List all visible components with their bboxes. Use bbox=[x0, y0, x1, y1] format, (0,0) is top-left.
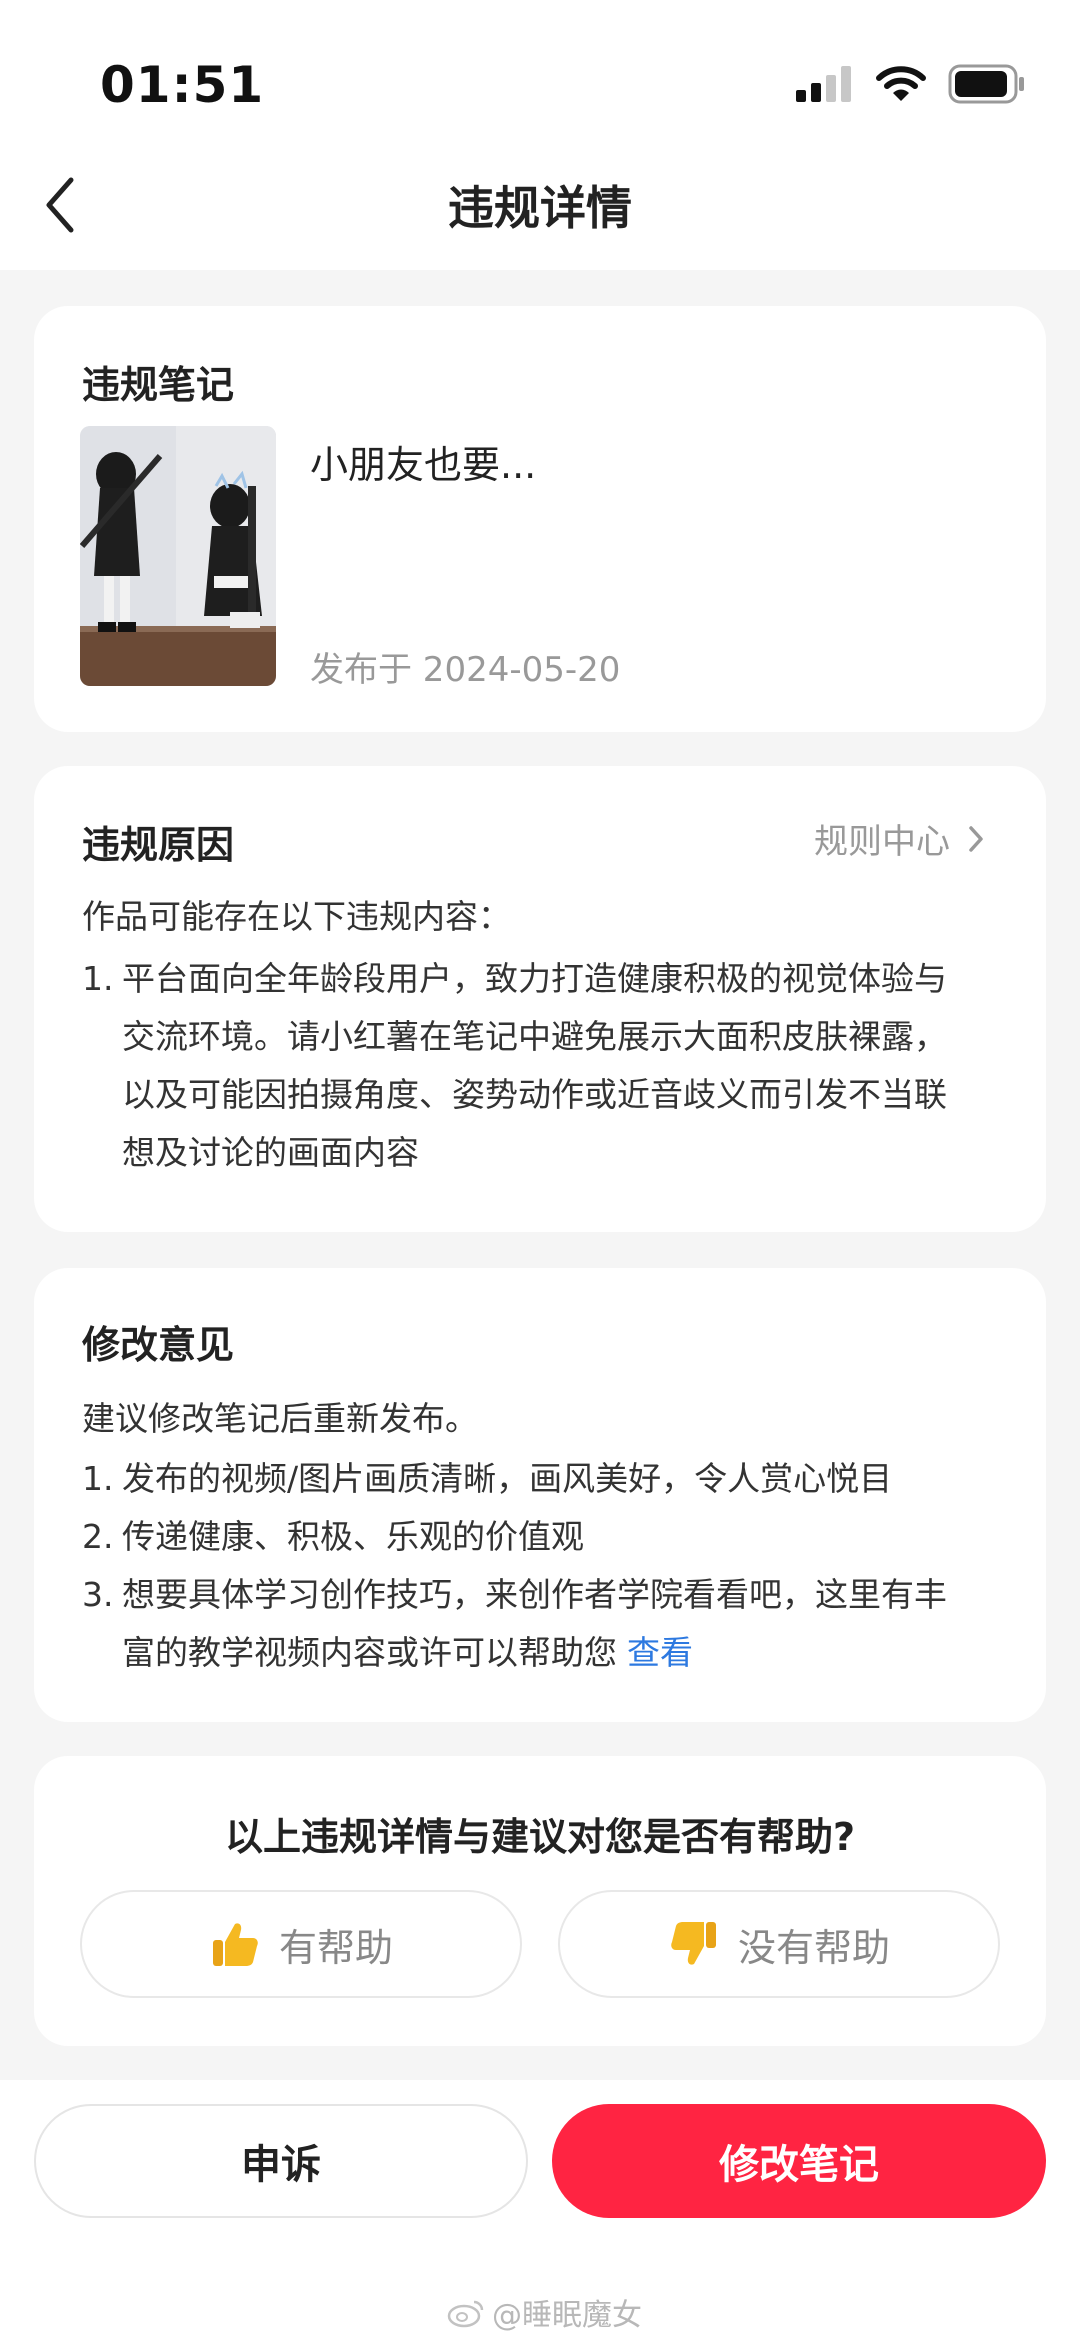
list-number: 3. bbox=[82, 1575, 114, 1614]
helpful-button[interactable]: 有帮助 bbox=[80, 1890, 522, 1998]
list-text-line: 以及可能因拍摄角度、姿势动作或近音歧义而引发不当联 bbox=[122, 1075, 947, 1114]
list-number: 1. bbox=[82, 959, 114, 998]
list-text-line: 想及讨论的画面内容 bbox=[122, 1133, 419, 1172]
status-time: 01:51 bbox=[100, 56, 265, 114]
rule-center-link[interactable]: 规则中心 bbox=[814, 814, 984, 863]
note-date: 发布于 2024-05-20 bbox=[310, 650, 621, 690]
chevron-right-icon bbox=[969, 825, 983, 852]
list-item: 3. 想要具体学习创作技巧，来创作者学院看看吧，这里有丰 富的教学视频内容或许可… bbox=[82, 1566, 994, 1682]
not-helpful-label: 没有帮助 bbox=[737, 1925, 890, 1970]
helpful-label: 有帮助 bbox=[278, 1925, 393, 1970]
advice-card-title: 修改意见 bbox=[82, 1323, 235, 1367]
list-item: 2. 传递健康、积极、乐观的价值观 bbox=[82, 1508, 994, 1566]
list-text-line: 想要具体学习创作技巧，来创作者学院看看吧，这里有丰 bbox=[122, 1575, 947, 1614]
status-icons bbox=[796, 62, 1026, 106]
list-text: 平台面向全年龄段用户，致力打造健康积极的视觉体验与 交流环境。请小红薯在笔记中避… bbox=[122, 950, 994, 1182]
list-text: 发布的视频/图片画质清晰，画风美好，令人赏心悦目 bbox=[122, 1459, 893, 1498]
feedback-question: 以上违规详情与建议对您是否有帮助? bbox=[224, 1815, 856, 1859]
note-card-title: 违规笔记 bbox=[82, 363, 235, 407]
list-text: 想要具体学习创作技巧，来创作者学院看看吧，这里有丰 富的教学视频内容或许可以帮助… bbox=[122, 1566, 994, 1682]
rule-center-label: 规则中心 bbox=[814, 822, 950, 862]
weibo-icon bbox=[447, 2300, 484, 2328]
page: 01:51 违规详情 违规笔记 小朋友也要... 发布于 2024-05-20 … bbox=[0, 0, 1080, 2339]
watermark: @睡眠魔女 bbox=[446, 2290, 642, 2334]
advice-list: 1. 发布的视频/图片画质清晰，画风美好，令人赏心悦目 2. 传递健康、积极、乐… bbox=[82, 1450, 994, 1682]
note-card: 违规笔记 小朋友也要... 发布于 2024-05-20 bbox=[34, 306, 1046, 732]
feedback-card: 以上违规详情与建议对您是否有帮助? 有帮助 没有帮助 bbox=[34, 1756, 1046, 2046]
watermark-text: @睡眠魔女 bbox=[492, 2298, 642, 2333]
wifi-icon bbox=[876, 66, 926, 101]
reason-list: 1. 平台面向全年龄段用户，致力打造健康积极的视觉体验与 交流环境。请小红薯在笔… bbox=[82, 950, 994, 1182]
appeal-button[interactable]: 申诉 bbox=[34, 2104, 528, 2218]
battery-icon bbox=[948, 64, 1024, 104]
header: 01:51 违规详情 bbox=[0, 0, 1080, 270]
not-helpful-button[interactable]: 没有帮助 bbox=[558, 1890, 1000, 1998]
bottom-action-bar: 申诉 修改笔记 @睡眠魔女 bbox=[0, 2080, 1080, 2339]
thumbs-down-icon bbox=[671, 1922, 716, 1965]
list-text-line2: 富的教学视频内容或许可以帮助您 bbox=[122, 1633, 617, 1672]
signal-icon bbox=[796, 66, 851, 102]
list-item: 1. 平台面向全年龄段用户，致力打造健康积极的视觉体验与 交流环境。请小红薯在笔… bbox=[82, 950, 994, 1182]
view-link[interactable]: 查看 bbox=[627, 1633, 693, 1672]
list-text-line: 交流环境。请小红薯在笔记中避免展示大面积皮肤裸露， bbox=[122, 1017, 947, 1056]
thumbs-up-icon bbox=[212, 1923, 258, 1966]
reason-card-title: 违规原因 bbox=[82, 823, 235, 867]
reason-card: 违规原因 规则中心 作品可能存在以下违规内容： 1. 平台面向全年龄段用户，致力… bbox=[34, 766, 1046, 1232]
list-text: 传递健康、积极、乐观的价值观 bbox=[122, 1517, 584, 1556]
page-title: 违规详情 bbox=[448, 181, 632, 235]
advice-card: 修改意见 建议修改笔记后重新发布。 1. 发布的视频/图片画质清晰，画风美好，令… bbox=[34, 1268, 1046, 1722]
advice-intro: 建议修改笔记后重新发布。 bbox=[82, 1399, 478, 1438]
list-item: 1. 发布的视频/图片画质清晰，画风美好，令人赏心悦目 bbox=[82, 1450, 994, 1508]
reason-intro: 作品可能存在以下违规内容： bbox=[82, 897, 511, 936]
list-number: 2. bbox=[82, 1517, 114, 1556]
list-number: 1. bbox=[82, 1459, 114, 1498]
note-thumbnail[interactable] bbox=[80, 426, 276, 686]
edit-note-button[interactable]: 修改笔记 bbox=[552, 2104, 1046, 2218]
list-text-line: 平台面向全年龄段用户，致力打造健康积极的视觉体验与 bbox=[122, 959, 947, 998]
list-text-line: 富的教学视频内容或许可以帮助您 查看 bbox=[122, 1624, 994, 1682]
note-title: 小朋友也要... bbox=[310, 443, 537, 487]
